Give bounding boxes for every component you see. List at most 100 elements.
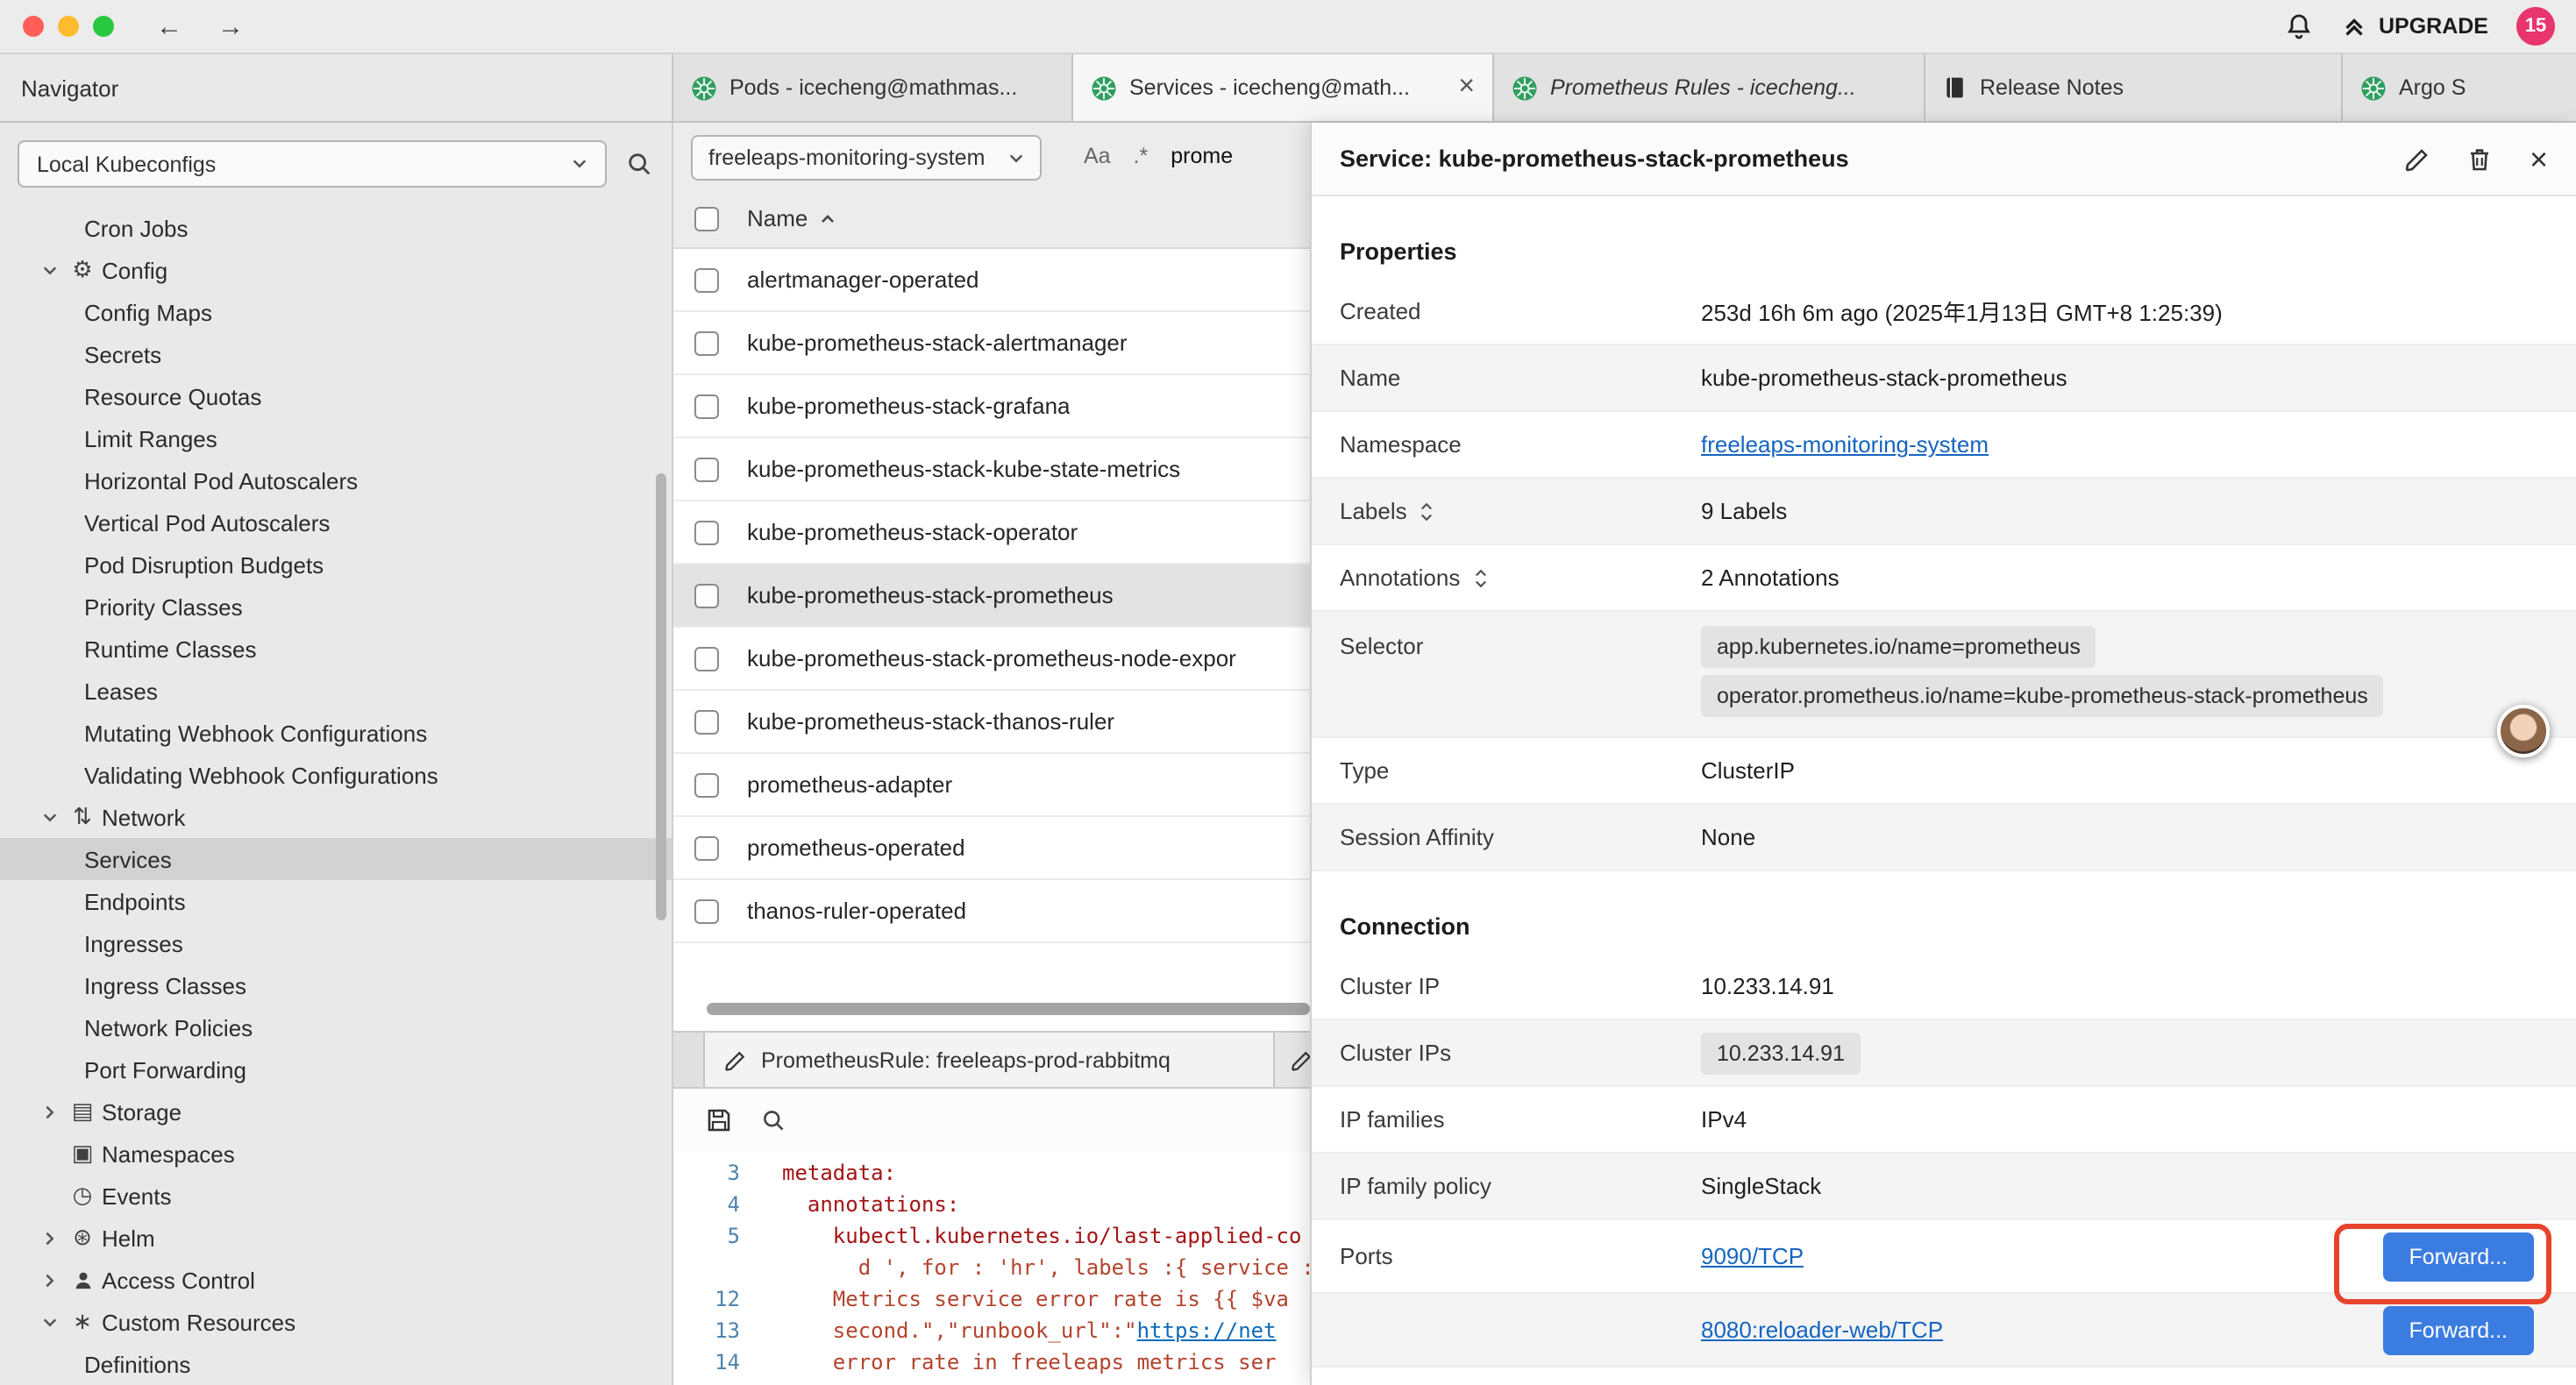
- forward-button[interactable]: Forward...: [2382, 1232, 2534, 1281]
- row-checkbox[interactable]: [694, 394, 719, 418]
- column-header-name[interactable]: Name: [747, 205, 808, 231]
- tab-prometheus-rules-icecheng[interactable]: Prometheus Rules - icecheng...: [1494, 54, 1925, 121]
- sidebar-item-validating-webhook-configurations[interactable]: Validating Webhook Configurations: [0, 754, 672, 796]
- row-checkbox[interactable]: [694, 646, 719, 671]
- delete-service-icon[interactable]: [2466, 145, 2494, 173]
- row-checkbox[interactable]: [694, 330, 719, 355]
- sidebar-item-services[interactable]: Services: [0, 838, 672, 880]
- back-arrow-icon[interactable]: ←: [156, 11, 182, 41]
- sidebar-item-horizontal-pod-autoscalers[interactable]: Horizontal Pod Autoscalers: [0, 459, 672, 501]
- sidebar-item-priority-classes[interactable]: Priority Classes: [0, 586, 672, 628]
- sidebar-item-custom-resources[interactable]: ∗Custom Resources: [0, 1301, 672, 1343]
- tab-services-icecheng-math[interactable]: Services - icecheng@math...×: [1073, 54, 1494, 121]
- chevron-down-icon[interactable]: [35, 1314, 63, 1330]
- sidebar-item-events[interactable]: ◷Events: [0, 1175, 672, 1217]
- select-all-checkbox[interactable]: [694, 206, 719, 231]
- table-row-kube-prometheus-stack-thanos-ruler[interactable]: kube-prometheus-stack-thanos-ruler: [673, 691, 1310, 754]
- table-search-input[interactable]: prome: [1171, 144, 1233, 168]
- user-avatar[interactable]: [2497, 705, 2550, 757]
- row-checkbox[interactable]: [694, 772, 719, 797]
- sidebar-item-ingress-classes[interactable]: Ingress Classes: [0, 964, 672, 1006]
- sidebar-item-resource-quotas[interactable]: Resource Quotas: [0, 375, 672, 417]
- chevron-right-icon[interactable]: [35, 1104, 63, 1119]
- sidebar-item-helm[interactable]: ⊛Helm: [0, 1217, 672, 1259]
- notification-count-badge[interactable]: 15: [2516, 7, 2555, 46]
- chevron-right-icon[interactable]: [35, 1272, 63, 1288]
- row-checkbox[interactable]: [694, 583, 719, 607]
- sidebar-item-secrets[interactable]: Secrets: [0, 333, 672, 375]
- namespace-select[interactable]: freeleaps-monitoring-system: [691, 135, 1042, 181]
- close-window-button[interactable]: [23, 16, 44, 37]
- table-row-kube-prometheus-stack-grafana[interactable]: kube-prometheus-stack-grafana: [673, 375, 1310, 438]
- tab-argo-s[interactable]: Argo S: [2343, 54, 2576, 121]
- sidebar-item-vertical-pod-autoscalers[interactable]: Vertical Pod Autoscalers: [0, 501, 672, 543]
- sidebar-item-leases[interactable]: Leases: [0, 670, 672, 712]
- horizontal-scrollbar[interactable]: [707, 1003, 1310, 1015]
- table-row-kube-prometheus-stack-kube-state-metrics[interactable]: kube-prometheus-stack-kube-state-metrics: [673, 438, 1310, 501]
- row-checkbox[interactable]: [694, 835, 719, 860]
- expand-toggle-icon[interactable]: [1472, 565, 1488, 590]
- expand-toggle-icon[interactable]: [1420, 499, 1435, 523]
- sidebar-item-ingresses[interactable]: Ingresses: [0, 922, 672, 964]
- save-icon[interactable]: [705, 1106, 733, 1134]
- sidebar-item-label: Mutating Webhook Configurations: [84, 720, 427, 746]
- editor-tab-partial[interactable]: [1275, 1033, 1310, 1087]
- row-checkbox[interactable]: [694, 898, 719, 923]
- forward-button[interactable]: Forward...: [2382, 1305, 2534, 1354]
- sidebar-item-config-maps[interactable]: Config Maps: [0, 291, 672, 333]
- sidebar-scrollbar[interactable]: [656, 473, 666, 920]
- sidebar-item-namespaces[interactable]: ▣Namespaces: [0, 1133, 672, 1175]
- row-checkbox[interactable]: [694, 520, 719, 544]
- forward-arrow-icon[interactable]: →: [217, 11, 244, 41]
- sidebar-item-mutating-webhook-configurations[interactable]: Mutating Webhook Configurations: [0, 712, 672, 754]
- table-row-kube-prometheus-stack-prometheus[interactable]: kube-prometheus-stack-prometheus: [673, 565, 1310, 628]
- row-checkbox[interactable]: [694, 457, 719, 481]
- sidebar-item-storage[interactable]: ▤Storage: [0, 1090, 672, 1133]
- tab-release-notes[interactable]: Release Notes: [1925, 54, 2343, 121]
- k8s-icon: [691, 75, 717, 101]
- sidebar-item-access-control[interactable]: Access Control: [0, 1259, 672, 1301]
- sidebar-search-icon[interactable]: [626, 151, 652, 177]
- match-case-toggle[interactable]: Aa: [1084, 144, 1111, 168]
- table-row-prometheus-operated[interactable]: prometheus-operated: [673, 817, 1310, 880]
- notifications-bell-icon[interactable]: [2286, 12, 2314, 40]
- sidebar-item-pod-disruption-budgets[interactable]: Pod Disruption Budgets: [0, 543, 672, 586]
- sidebar-item-config[interactable]: ⚙Config: [0, 249, 672, 291]
- sidebar-item-limit-ranges[interactable]: Limit Ranges: [0, 417, 672, 459]
- regex-toggle[interactable]: .*: [1134, 144, 1149, 168]
- edit-service-icon[interactable]: [2403, 145, 2431, 173]
- table-row-kube-prometheus-stack-prometheus-node-ex[interactable]: kube-prometheus-stack-prometheus-node-ex…: [673, 628, 1310, 691]
- editor-tab[interactable]: PrometheusRule: freeleaps-prod-rabbitmq: [703, 1033, 1275, 1087]
- editor-search-icon[interactable]: [761, 1108, 786, 1133]
- maximize-window-button[interactable]: [93, 16, 114, 37]
- table-row-kube-prometheus-stack-alertmanager[interactable]: kube-prometheus-stack-alertmanager: [673, 312, 1310, 375]
- namespace-link[interactable]: freeleaps-monitoring-system: [1701, 431, 1989, 458]
- property-row-labels: Labels9 Labels: [1312, 479, 2576, 545]
- table-row-thanos-ruler-operated[interactable]: thanos-ruler-operated: [673, 880, 1310, 943]
- table-row-alertmanager-operated[interactable]: alertmanager-operated: [673, 249, 1310, 312]
- sidebar-item-endpoints[interactable]: Endpoints: [0, 880, 672, 922]
- minimize-window-button[interactable]: [58, 16, 79, 37]
- yaml-editor-content[interactable]: 3metadata:4 annotations:5 kubectl.kubern…: [673, 1152, 1310, 1378]
- sidebar-item-definitions[interactable]: Definitions: [0, 1343, 672, 1385]
- close-drawer-icon[interactable]: ×: [2530, 143, 2548, 174]
- chevron-right-icon[interactable]: [35, 1230, 63, 1246]
- chevron-down-icon[interactable]: [35, 809, 63, 825]
- close-tab-icon[interactable]: ×: [1458, 74, 1475, 102]
- row-name: kube-prometheus-stack-prometheus-node-ex…: [747, 645, 1236, 671]
- chevron-down-icon[interactable]: [35, 262, 63, 278]
- table-row-prometheus-adapter[interactable]: prometheus-adapter: [673, 754, 1310, 817]
- port-link[interactable]: 8080:reloader-web/TCP: [1701, 1317, 1943, 1343]
- port-link[interactable]: 9090/TCP: [1701, 1243, 1804, 1269]
- sidebar-item-network-policies[interactable]: Network Policies: [0, 1006, 672, 1048]
- sidebar-item-port-forwarding[interactable]: Port Forwarding: [0, 1048, 672, 1090]
- row-checkbox[interactable]: [694, 267, 719, 292]
- sidebar-item-cron-jobs[interactable]: Cron Jobs: [0, 207, 672, 249]
- kubeconfig-select[interactable]: Local Kubeconfigs: [18, 140, 607, 188]
- sidebar-item-network[interactable]: ⇅Network: [0, 796, 672, 838]
- tab-pods-icecheng-mathmas[interactable]: Pods - icecheng@mathmas...: [673, 54, 1073, 121]
- table-row-kube-prometheus-stack-operator[interactable]: kube-prometheus-stack-operator: [673, 501, 1310, 565]
- row-checkbox[interactable]: [694, 709, 719, 734]
- sidebar-item-runtime-classes[interactable]: Runtime Classes: [0, 628, 672, 670]
- upgrade-button[interactable]: UPGRADE: [2342, 13, 2488, 39]
